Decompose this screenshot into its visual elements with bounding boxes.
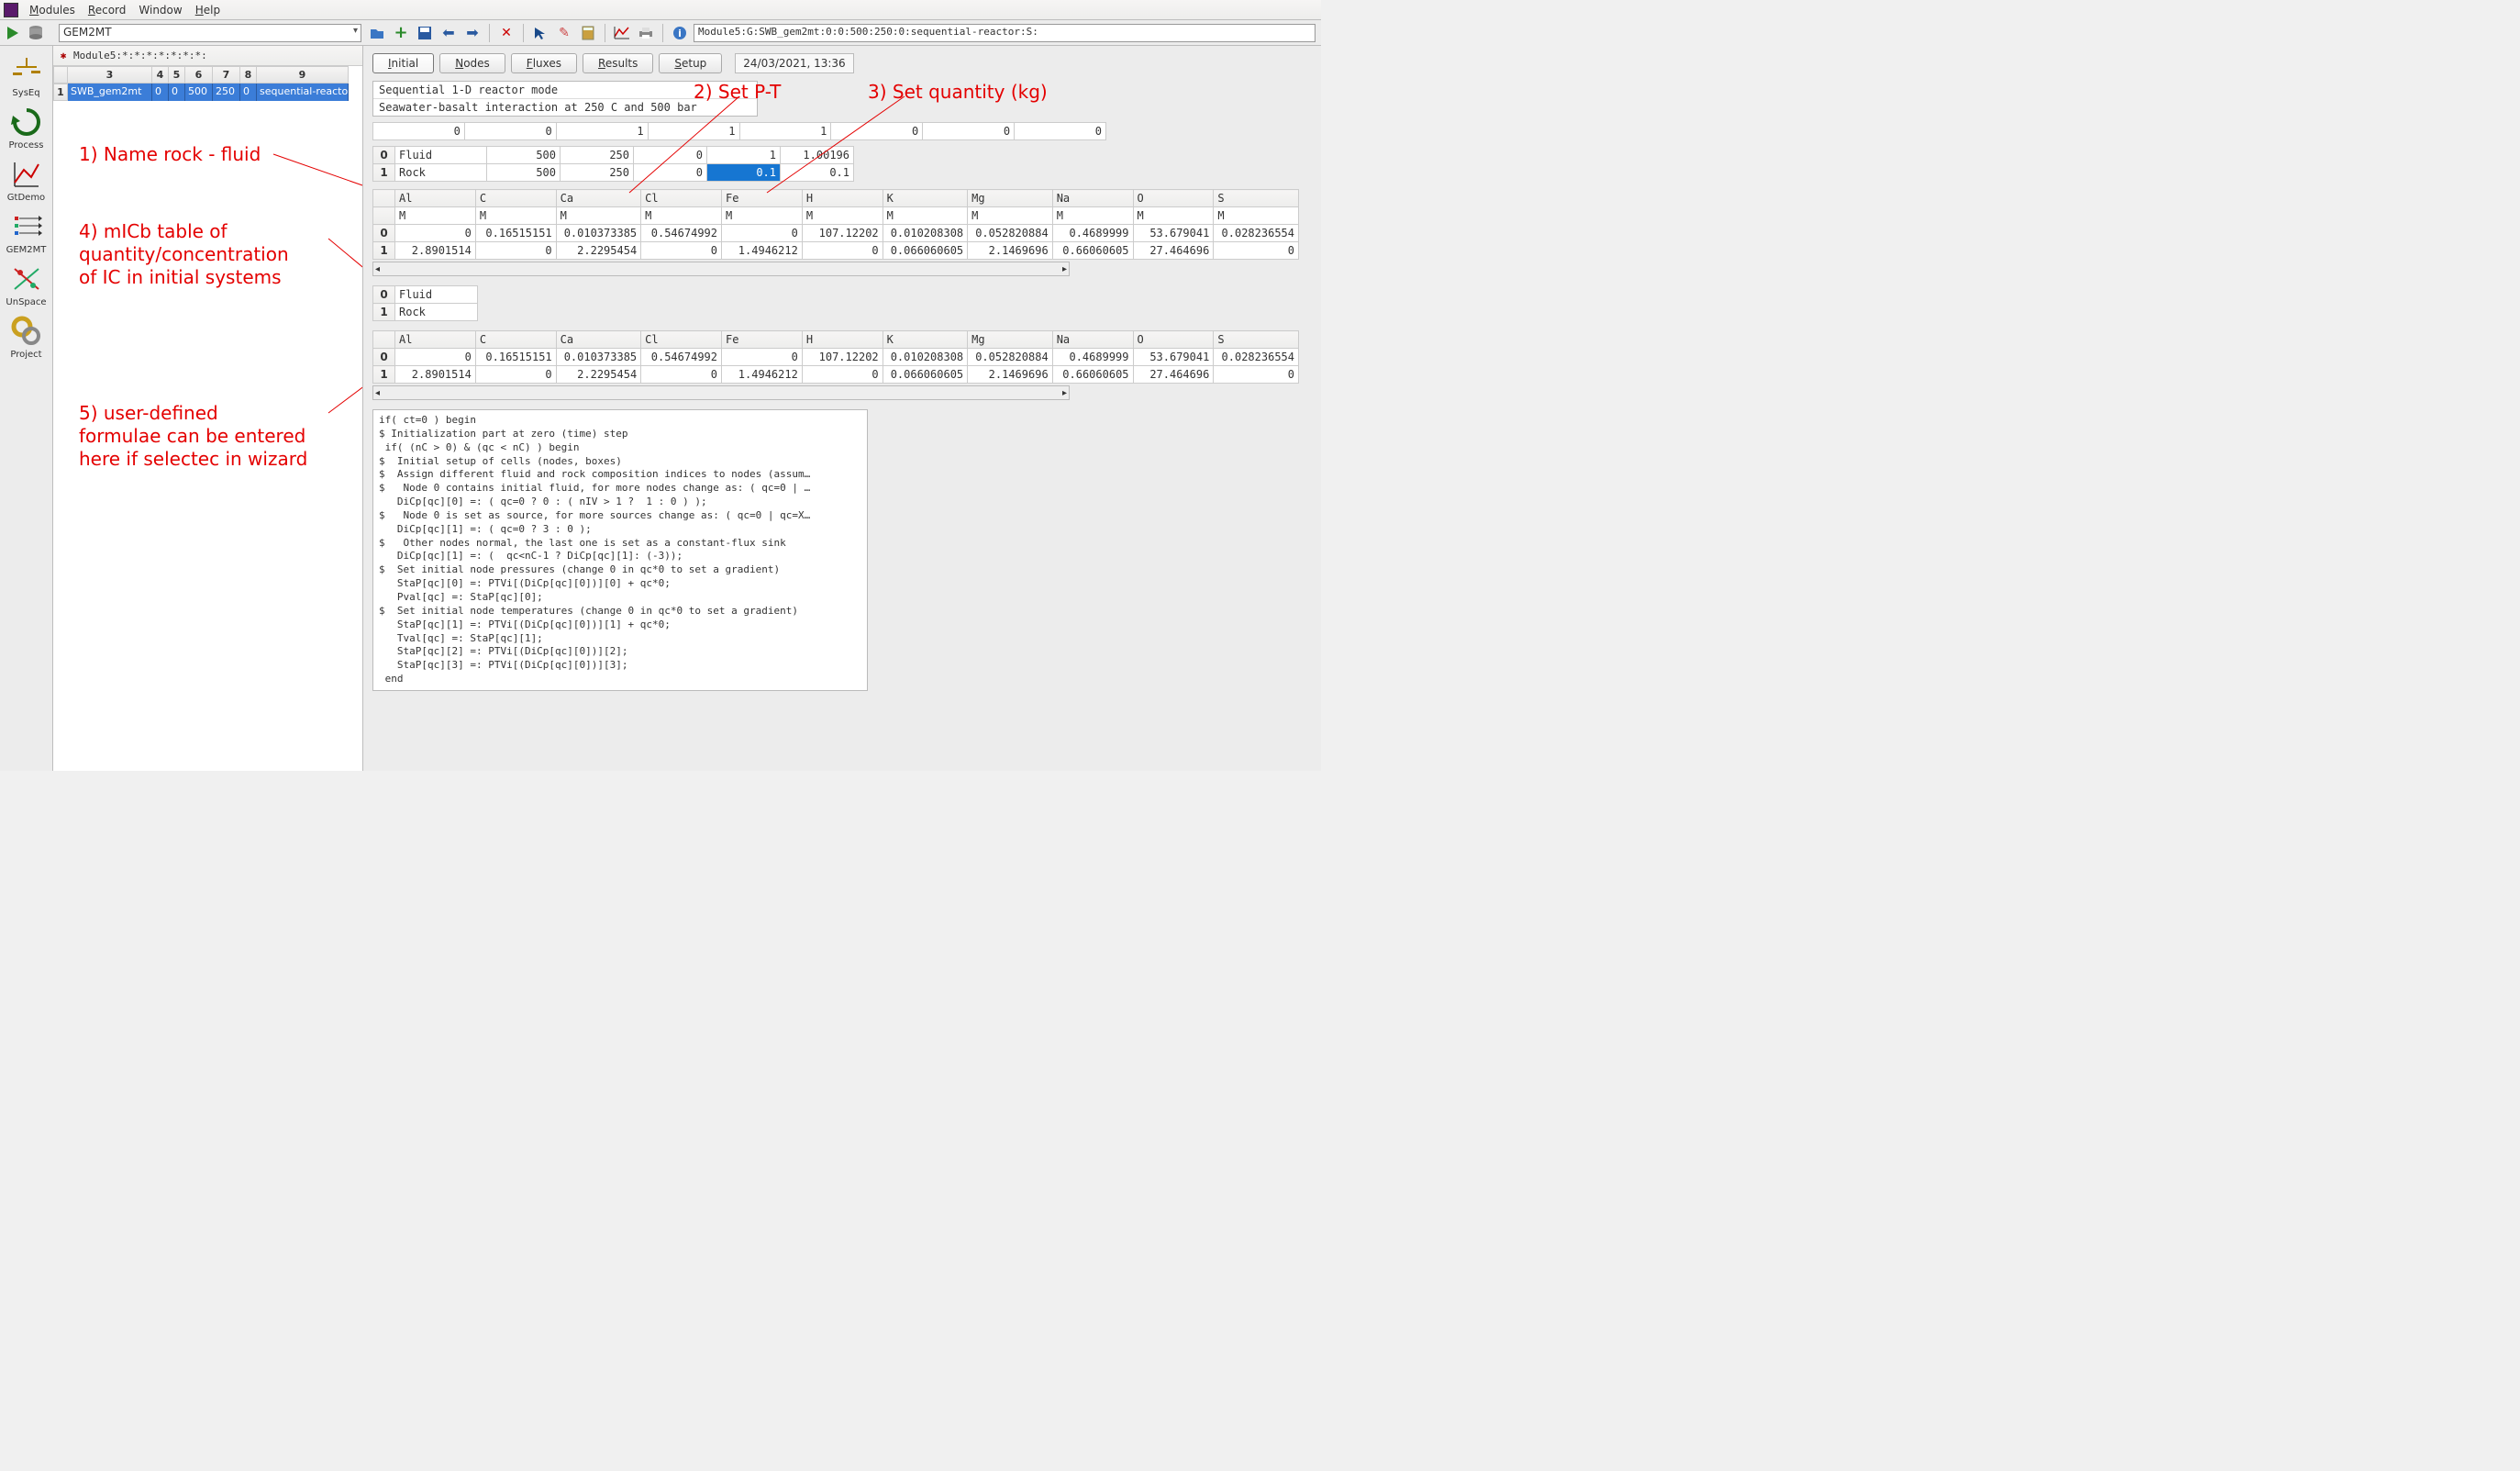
horizontal-scrollbar[interactable]: ◂▸ <box>372 262 1070 276</box>
scroll-right-arrow[interactable]: ▸ <box>1062 264 1067 274</box>
record-columns: 3456789 <box>53 66 362 84</box>
module-combo[interactable]: GEM2MT <box>59 24 361 42</box>
save-icon[interactable] <box>415 23 435 43</box>
script-box[interactable]: if( ct=0 ) begin $ Initialization part a… <box>372 409 868 691</box>
sidebar-item-gem2mt[interactable]: GEM2MT <box>3 208 50 259</box>
desc-line2: Seawater-basalt interaction at 250 C and… <box>373 98 757 116</box>
menubar: Modules Record Window Help <box>0 0 1321 20</box>
description-box[interactable]: Sequential 1-D reactor mode Seawater-bas… <box>372 81 758 117</box>
annotation-5: 5) user-defined formulae can be entered … <box>79 402 307 471</box>
database-icon[interactable] <box>26 23 46 43</box>
date-field: 24/03/2021, 13:36 <box>735 53 853 73</box>
sidebar-item-syseq[interactable]: SysEq <box>3 51 50 102</box>
tab-fluxes[interactable]: Fluxes <box>511 53 577 73</box>
menu-window[interactable]: Window <box>133 2 187 18</box>
record-header-label: Module5:*:*:*:*:*:*:*: <box>73 50 207 61</box>
module-path-field[interactable]: Module5:G:SWB_gem2mt:0:0:500:250:0:seque… <box>694 24 1316 42</box>
wand-icon[interactable]: ✎ <box>554 23 574 43</box>
toolbar: GEM2MT + ⬅ ➡ ✕ ✎ i Module5:G:SWB_ge <box>0 20 1321 46</box>
record-panel: ✱ Module5:*:*:*:*:*:*:*: 3456789 1SWB_ge… <box>53 46 363 771</box>
sidebar-item-unspace[interactable]: UnSpace <box>3 261 50 311</box>
menu-modules[interactable]: Modules <box>24 2 81 18</box>
calculator-icon[interactable] <box>578 23 598 43</box>
add-icon[interactable]: + <box>391 23 411 43</box>
sidebar: SysEq Process GtDemo GEM2MT UnSpace Proj… <box>0 46 53 771</box>
sidebar-item-process[interactable]: Process <box>3 104 50 154</box>
separator <box>523 24 524 42</box>
content-area: 2) Set P-T 3) Set quantity (kg) Initial … <box>363 46 1321 771</box>
sidebar-label: GEM2MT <box>6 245 47 255</box>
scroll-left-arrow[interactable]: ◂ <box>375 264 380 274</box>
back-icon[interactable]: ⬅ <box>439 23 459 43</box>
menu-help[interactable]: Help <box>190 2 226 18</box>
run-icon[interactable] <box>4 23 24 43</box>
separator <box>489 24 490 42</box>
ic-table-2[interactable]: AlCCaClFeHKMgNaOS000.165151510.010373385… <box>372 330 1299 384</box>
desc-line1: Sequential 1-D reactor mode <box>373 82 757 98</box>
tabbar: Initial Nodes Fluxes Results Setup 24/03… <box>363 46 1321 73</box>
annotation-4: 4) mICb table of quantity/concentration … <box>79 220 289 289</box>
horizontal-scrollbar[interactable]: ◂▸ <box>372 385 1070 400</box>
forward-icon[interactable]: ➡ <box>462 23 483 43</box>
sidebar-label: SysEq <box>12 88 39 98</box>
fluid-rock-names-table[interactable]: 0Fluid1Rock <box>372 285 478 321</box>
ic-table[interactable]: AlCCaClFeHKMgNaOSMMMMMMMMMMM000.16515151… <box>372 189 1299 260</box>
tab-nodes[interactable]: Nodes <box>439 53 505 73</box>
pointer-icon[interactable] <box>530 23 550 43</box>
chart-icon[interactable] <box>612 23 632 43</box>
tab-initial[interactable]: Initial <box>372 53 434 73</box>
sidebar-label: Process <box>9 140 44 150</box>
sidebar-item-project[interactable]: Project <box>3 313 50 363</box>
menu-record[interactable]: Record <box>83 2 131 18</box>
record-row[interactable]: 1SWB_gem2mt005002500sequential-reactor <box>53 84 362 101</box>
delete-icon[interactable]: ✕ <box>496 23 516 43</box>
sidebar-label: UnSpace <box>6 297 46 307</box>
tab-setup[interactable]: Setup <box>659 53 722 73</box>
svg-text:i: i <box>678 28 682 39</box>
scroll-left-arrow[interactable]: ◂ <box>375 388 380 398</box>
sidebar-item-gtdemo[interactable]: GtDemo <box>3 156 50 206</box>
filter-icon[interactable]: ✱ <box>57 50 70 62</box>
scroll-right-arrow[interactable]: ▸ <box>1062 388 1067 398</box>
sidebar-label: Project <box>10 350 41 360</box>
print-icon[interactable] <box>636 23 656 43</box>
sidebar-label: GtDemo <box>7 193 45 203</box>
info-icon[interactable]: i <box>670 23 690 43</box>
open-icon[interactable] <box>367 23 387 43</box>
separator <box>662 24 663 42</box>
tab-results[interactable]: Results <box>583 53 653 73</box>
app-icon <box>4 3 18 17</box>
record-header: ✱ Module5:*:*:*:*:*:*:*: <box>53 46 362 66</box>
annotation-1: 1) Name rock - fluid <box>79 143 261 166</box>
top-number-row[interactable]: 00111000 <box>372 122 1106 140</box>
fluid-rock-table[interactable]: 0Fluid500250011.001961Rock50025000.10.1 <box>372 146 854 182</box>
